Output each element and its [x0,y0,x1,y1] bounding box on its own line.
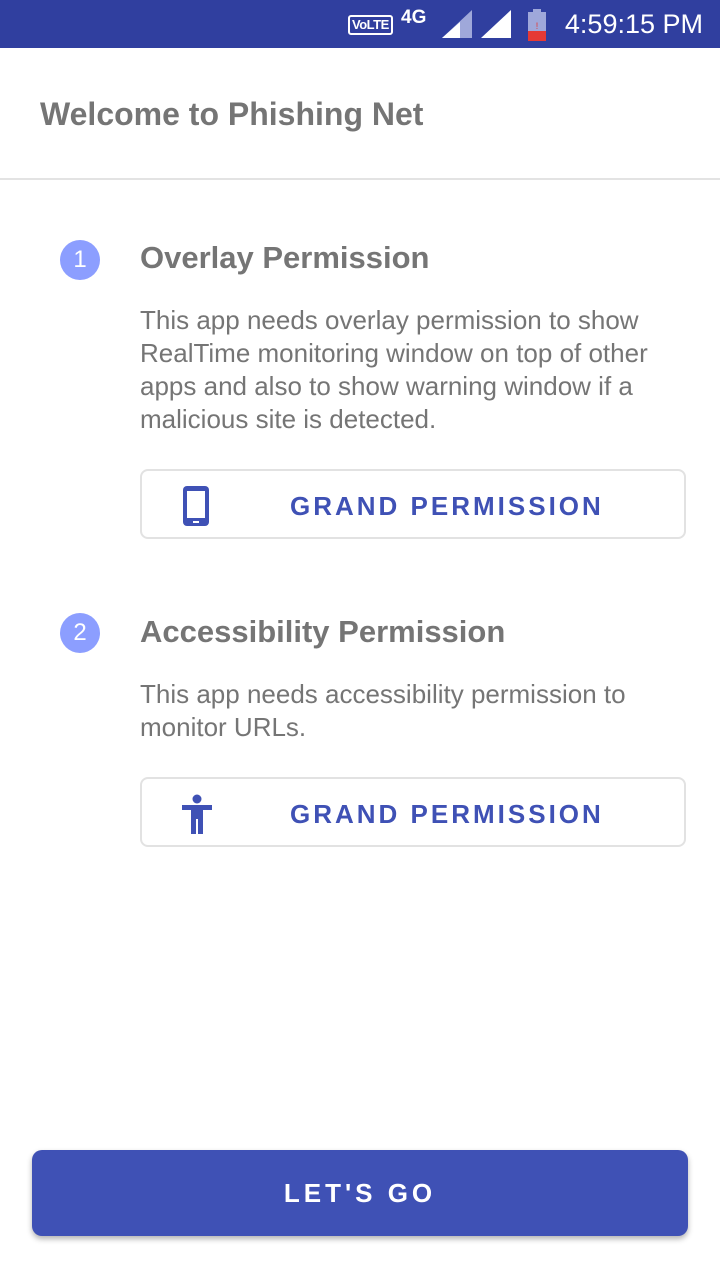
phone-icon [183,486,209,526]
signal-icon [442,10,472,38]
svg-text:!: ! [536,21,539,31]
grant-overlay-permission-button[interactable]: GRAND PERMISSION [140,469,686,539]
step-title: Overlay Permission [140,240,430,275]
button-label: GRAND PERMISSION [290,491,604,521]
battery-icon: ! [528,9,546,41]
screen: VoLTE 4G ! 4:59:15 PM Welcome to Phishin… [0,0,720,1280]
step-number-badge: 2 [60,613,100,653]
step-description: This app needs overlay permission to sho… [140,305,648,434]
step-description: This app needs accessibility permission … [140,679,626,742]
network-type: 4G [401,7,427,28]
status-clock: 4:59:15 PM [564,9,703,39]
page-title: Welcome to Phishing Net [40,96,424,132]
lets-go-button[interactable]: LET'S GO [32,1150,688,1236]
volte-badge: VoLTE [348,15,393,35]
signal-icon [481,10,511,38]
grant-accessibility-permission-button[interactable]: GRAND PERMISSION [140,777,686,847]
step-title: Accessibility Permission [140,614,506,649]
app-bar: Welcome to Phishing Net [0,48,720,180]
button-label: GRAND PERMISSION [290,799,604,829]
step-number-badge: 1 [60,240,100,280]
accessibility-icon [182,794,212,834]
status-bar: VoLTE 4G ! 4:59:15 PM [0,0,720,48]
